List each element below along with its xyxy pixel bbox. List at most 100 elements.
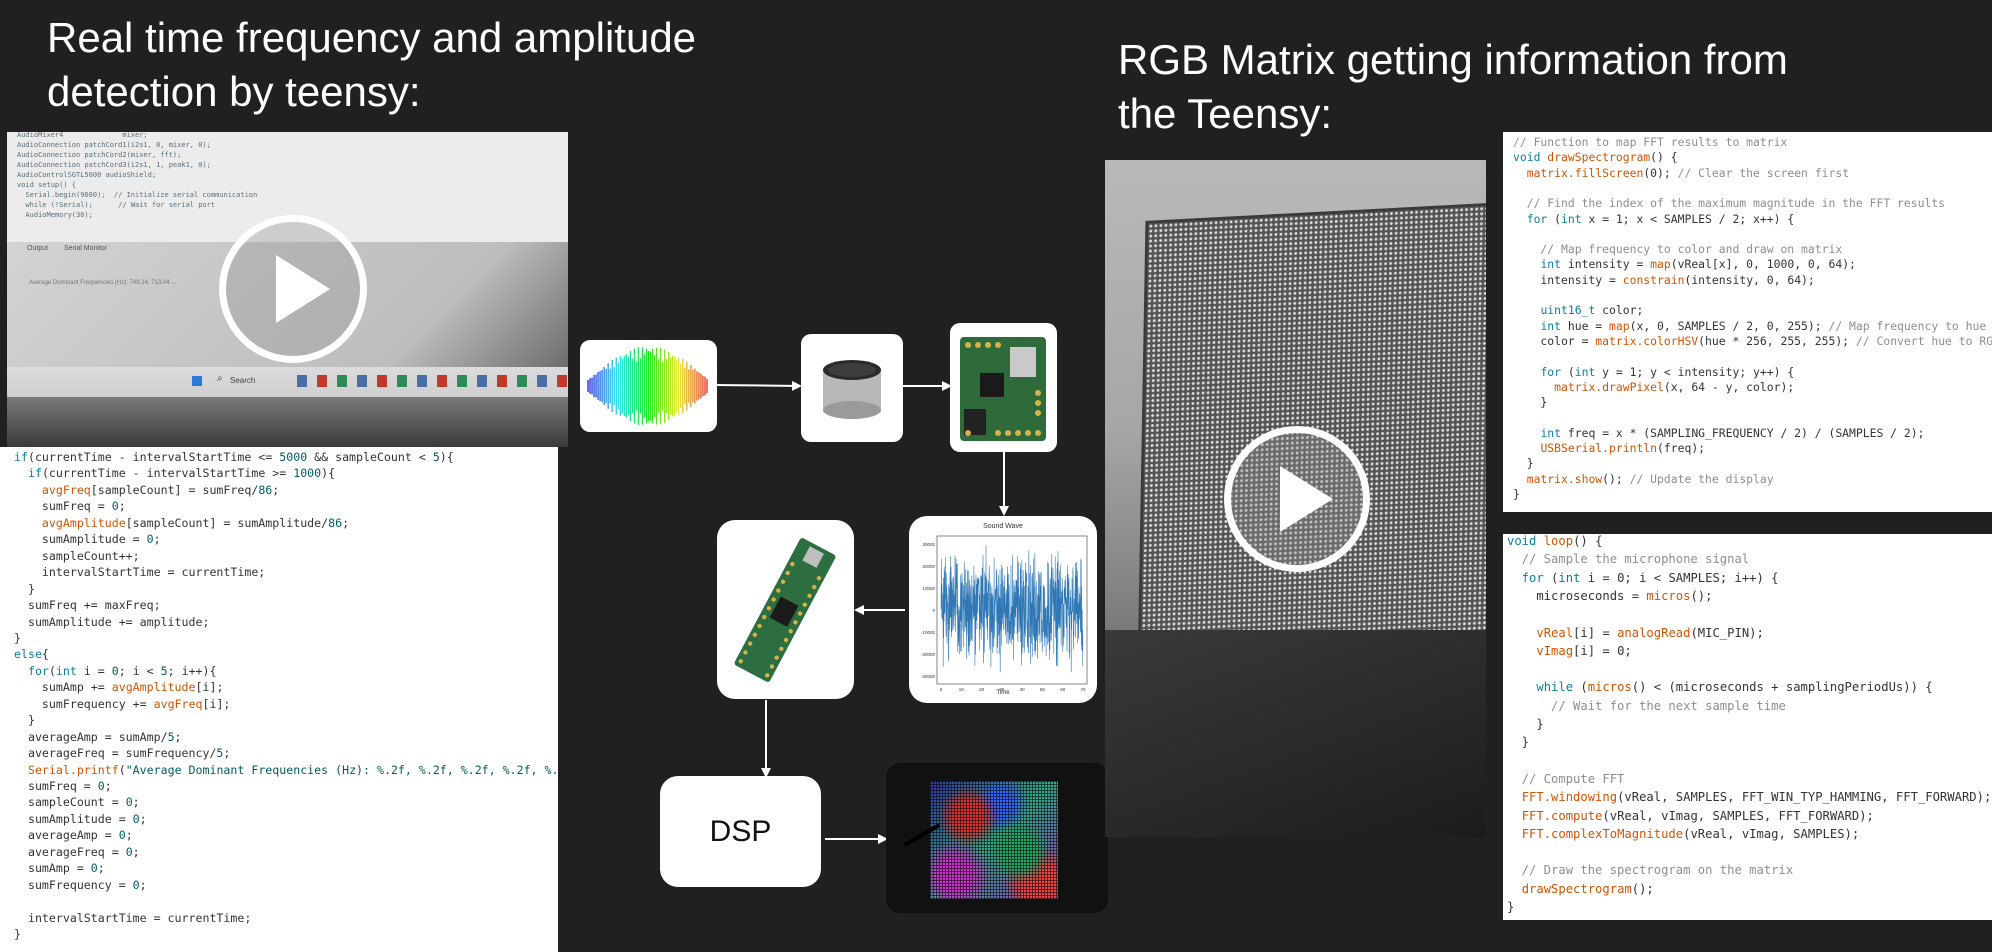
code-line: // Sample the microphone signal (1507, 552, 1749, 566)
code-token: [i] = 0; (1573, 643, 1632, 658)
code-token: FFT.windowing (1521, 790, 1618, 805)
code-token: (hue * 256, 255, 255); (1698, 333, 1856, 348)
audio-board-card (950, 323, 1057, 452)
code-token: void (1513, 150, 1541, 165)
code-token: // Map frequency to hue (0-255) (1828, 318, 1987, 333)
code-token: for (1526, 211, 1548, 226)
code-line: } (1513, 487, 1520, 501)
code-token: freq = x * (SAMPLING_FREQUENCY / 2) / (S… (1561, 425, 1925, 440)
code-token: int (1540, 425, 1562, 440)
code-token: USBSerial.println (1540, 441, 1658, 455)
code-token: micros (1646, 588, 1691, 603)
code-line: // Compute FFT (1507, 771, 1625, 786)
code-token: // Compute FFT (1507, 771, 1625, 786)
code-token: matrix.fillScreen (1526, 165, 1644, 180)
code-token: // Sample the microphone signal (1507, 552, 1750, 567)
code-line: // Draw the spectrogram on the matrix (1507, 863, 1794, 877)
code-token: int (1540, 257, 1562, 272)
code-token: } (1513, 456, 1534, 471)
code-token: (vReal, vImag, SAMPLES); (1683, 826, 1860, 841)
y-tick-label: -10000 (921, 630, 936, 635)
code-token: map (1650, 257, 1671, 272)
arrow-wave-to-mic (715, 380, 802, 391)
code-token: (vReal[x], 0, 1000, 0, 64); (1670, 257, 1856, 272)
code-line: matrix.fillScreen(0); // Clear the scree… (1513, 166, 1849, 180)
code-token: analogRead (1617, 625, 1691, 640)
code-token: () { (1573, 534, 1603, 548)
code-line: // Map frequency to color and draw on ma… (1513, 242, 1842, 256)
code-token: // Update the display (1629, 471, 1774, 486)
code-line: // Function to map FFT results to matrix (1513, 135, 1787, 149)
code-token: void (1507, 534, 1537, 548)
waveform-card (580, 340, 717, 432)
code-token: ( (1573, 680, 1588, 695)
right-video-player[interactable] (1105, 160, 1486, 837)
code-token: drawSpectrogram (1547, 150, 1651, 165)
code-line: USBSerial.println(freq); (1513, 441, 1705, 455)
code-token: (vReal, vImag, SAMPLES, FFT_FORWARD); (1602, 808, 1874, 823)
microphone-card (801, 334, 903, 442)
code-token: drawSpectrogram (1521, 881, 1632, 896)
code-token: matrix.show (1526, 471, 1603, 486)
code-token: } (1507, 717, 1544, 731)
code-line: // Wait for the next sample time (1507, 699, 1786, 713)
code-token: // Find the index of the maximum magnitu… (1513, 196, 1946, 211)
code-token: (freq); (1657, 441, 1706, 455)
code-token: (0); (1643, 165, 1678, 180)
code-token: (x, 64 - y, color); (1663, 379, 1795, 394)
code-token: (); (1631, 881, 1654, 896)
code-token: [i] = (1573, 625, 1618, 640)
code-token: (MIC_PIN); (1690, 625, 1764, 640)
dsp-block: DSP (660, 776, 821, 887)
code-token: color; (1595, 303, 1644, 318)
code-line: matrix.show(); // Update the display (1513, 472, 1774, 486)
code-token: FFT.complexToMagnitude (1521, 826, 1684, 841)
code-line: } (1507, 735, 1529, 749)
code-token: intensity = (1561, 257, 1651, 272)
code-token: () { (1650, 150, 1678, 165)
code-line: FFT.windowing(vReal, SAMPLES, FFT_WIN_TY… (1507, 790, 1992, 805)
code-line: } (1513, 395, 1547, 409)
code-token: (vReal, SAMPLES, FFT_WIN_TYP_HAMMING, FF… (1617, 790, 1992, 805)
code-line: vReal[i] = analogRead(MIC_PIN); (1507, 625, 1764, 640)
code-token: micros (1587, 680, 1632, 695)
dsp-label: DSP (709, 814, 772, 848)
right-code-block-top: // Function to map FFT results to matrix… (1503, 132, 1992, 512)
code-token: map (1609, 318, 1630, 333)
code-line: drawSpectrogram(); (1507, 882, 1654, 896)
code-token: hue = (1561, 318, 1610, 333)
right-code-block-bottom: void loop() { // Sample the microphone s… (1503, 534, 1992, 920)
code-token: vReal (1536, 625, 1574, 640)
code-line: color = matrix.colorHSV(hue * 256, 255, … (1513, 334, 1992, 348)
code-token: while (1536, 680, 1574, 695)
y-tick-label: -20000 (921, 652, 936, 657)
code-token: // Clear the screen first (1677, 165, 1850, 180)
code-token: // Map frequency to color and draw on ma… (1513, 242, 1843, 257)
code-token: ( (1561, 364, 1575, 379)
code-line: uint16_t color; (1513, 303, 1643, 317)
code-token: } (1513, 395, 1548, 410)
code-line: void loop() { (1507, 534, 1602, 548)
sound-wave-plot-card: Sound Wave 30000 20000 10000 0 -10000 -20000 -… (909, 516, 1097, 703)
code-line: for (int x = 1; x < SAMPLES / 2; x++) { (1513, 212, 1794, 226)
audio-adapter-board-icon (960, 337, 1046, 441)
play-button-icon[interactable] (1224, 426, 1370, 572)
code-line: int freq = x * (SAMPLING_FREQUENCY / 2) … (1513, 426, 1924, 440)
led-matrix-photo (886, 763, 1108, 913)
code-line: int hue = map(x, 0, SAMPLES / 2, 0, 255)… (1513, 319, 1992, 333)
code-token: } (1507, 735, 1530, 750)
code-token: color = (1513, 333, 1596, 348)
code-token: int (1561, 211, 1582, 226)
code-token: } (1513, 486, 1520, 501)
code-token: microseconds = (1507, 588, 1647, 603)
y-tick-label: 20000 (922, 564, 935, 569)
